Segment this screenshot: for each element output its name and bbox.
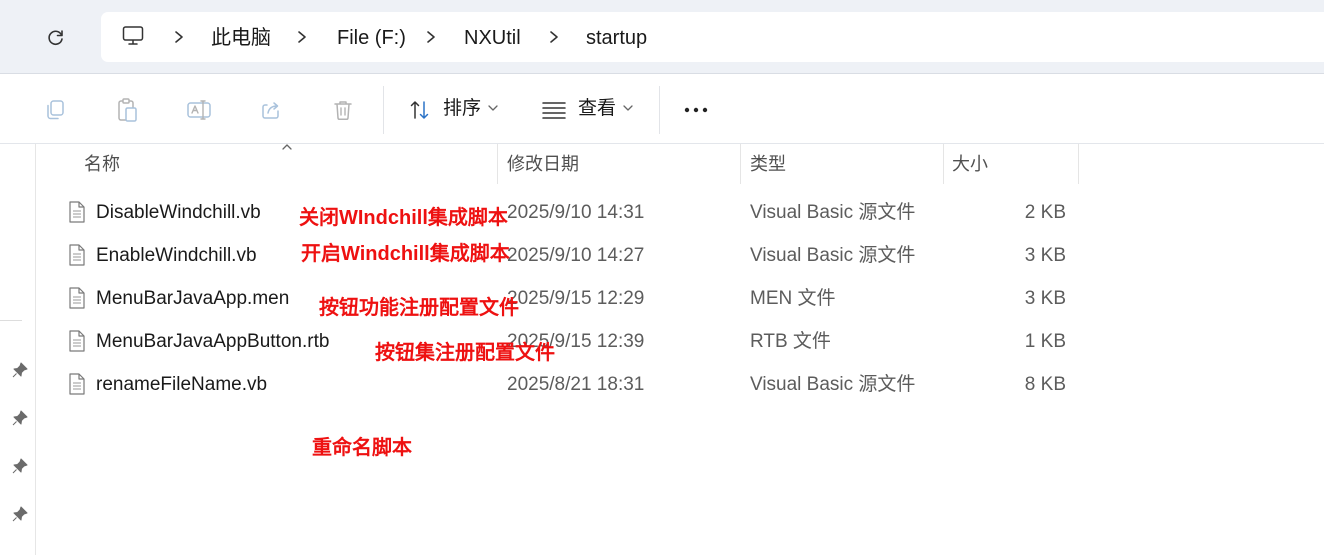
address-toolbar: 此电脑 File (F:) NXUtil startup — [0, 0, 1324, 74]
file-type: Visual Basic 源文件 — [750, 202, 916, 223]
pin-icon[interactable] — [11, 505, 29, 523]
toolbar-divider — [383, 86, 384, 134]
annotation-disable-windchill: 关闭WIndchill集成脚本 — [299, 207, 508, 229]
delete-button[interactable] — [323, 92, 363, 128]
copy-button[interactable] — [35, 92, 75, 128]
sort-ascending-icon — [282, 144, 292, 150]
view-label[interactable]: 查看 — [578, 98, 616, 120]
file-size: 1 KB — [1024, 331, 1066, 352]
rename-icon — [187, 100, 211, 120]
file-icon — [69, 244, 85, 266]
chevron-down-icon[interactable] — [622, 103, 634, 113]
file-row[interactable]: MenuBarJavaApp.men 2025/9/15 12:29 MEN 文… — [36, 277, 1080, 320]
delete-icon — [334, 101, 352, 121]
file-date: 2025/9/15 12:29 — [507, 288, 645, 309]
chevron-right-icon[interactable] — [295, 29, 309, 45]
paste-icon — [118, 98, 137, 122]
navigation-pane — [0, 144, 36, 555]
file-icon — [69, 201, 85, 223]
file-size: 2 KB — [1024, 202, 1066, 223]
share-icon — [262, 102, 279, 119]
file-date: 2025/8/21 18:31 — [507, 374, 645, 395]
pin-icon[interactable] — [11, 409, 29, 427]
breadcrumb-startup[interactable]: startup — [586, 26, 647, 50]
file-date: 2025/9/10 14:27 — [507, 245, 645, 266]
column-separator[interactable] — [1078, 144, 1079, 184]
file-icon — [69, 373, 85, 395]
file-type: MEN 文件 — [750, 288, 836, 309]
file-date: 2025/9/10 14:31 — [507, 202, 645, 223]
chevron-right-icon[interactable] — [547, 29, 561, 45]
computer-icon[interactable] — [121, 24, 145, 48]
file-size: 3 KB — [1024, 245, 1066, 266]
column-separator[interactable] — [497, 144, 498, 184]
file-name: MenuBarJavaAppButton.rtb — [96, 331, 330, 352]
file-name: DisableWindchill.vb — [96, 202, 261, 223]
pin-icon[interactable] — [11, 361, 29, 379]
sort-icon — [410, 101, 429, 119]
file-size: 3 KB — [1024, 288, 1066, 309]
file-name: MenuBarJavaApp.men — [96, 288, 290, 309]
chevron-right-icon[interactable] — [424, 29, 438, 45]
copy-icon — [47, 100, 64, 120]
column-header-name[interactable]: 名称 — [84, 153, 120, 175]
paste-button[interactable] — [107, 92, 147, 128]
view-list-icon — [542, 102, 566, 119]
file-icon — [69, 287, 85, 309]
annotation-enable-windchill: 开启Windchill集成脚本 — [301, 243, 510, 265]
file-name: renameFileName.vb — [96, 374, 268, 395]
file-icon — [69, 330, 85, 352]
file-type: Visual Basic 源文件 — [750, 374, 916, 395]
address-bar[interactable]: 此电脑 File (F:) NXUtil startup — [101, 12, 1324, 62]
refresh-button[interactable] — [38, 20, 74, 56]
breadcrumb-nxutil[interactable]: NXUtil — [464, 26, 521, 50]
more-icon — [684, 107, 708, 113]
file-row[interactable]: DisableWindchill.vb 2025/9/10 14:31 Visu… — [36, 191, 1080, 234]
sort-label[interactable]: 排序 — [443, 98, 481, 120]
file-row[interactable]: MenuBarJavaAppButton.rtb 2025/9/15 12:39… — [36, 320, 1080, 363]
breadcrumb-this-pc[interactable]: 此电脑 — [211, 26, 271, 50]
share-button[interactable] — [251, 92, 291, 128]
column-header-row: 名称 修改日期 类型 大小 — [36, 144, 1080, 184]
file-type: Visual Basic 源文件 — [750, 245, 916, 266]
sort-button[interactable] — [400, 92, 440, 128]
refresh-icon — [48, 30, 63, 46]
chevron-down-icon[interactable] — [487, 103, 499, 113]
file-row[interactable]: renameFileName.vb 2025/8/21 18:31 Visual… — [36, 363, 1080, 406]
file-size: 8 KB — [1024, 374, 1066, 395]
toolbar-divider — [659, 86, 660, 134]
nav-divider — [0, 320, 22, 321]
file-name: EnableWindchill.vb — [96, 245, 257, 266]
pin-icon[interactable] — [11, 457, 29, 475]
breadcrumb-drive[interactable]: File (F:) — [337, 26, 406, 50]
column-header-date[interactable]: 修改日期 — [507, 153, 579, 175]
annotation-rename-script: 重命名脚本 — [312, 437, 412, 459]
annotation-button-function-config: 按钮功能注册配置文件 — [319, 297, 519, 319]
annotation-button-set-config: 按钮集注册配置文件 — [375, 342, 555, 364]
file-row[interactable]: EnableWindchill.vb 2025/9/10 14:27 Visua… — [36, 234, 1080, 277]
more-options-button[interactable] — [676, 92, 716, 128]
rename-button[interactable] — [179, 92, 219, 128]
column-header-size[interactable]: 大小 — [952, 153, 988, 175]
column-separator[interactable] — [740, 144, 741, 184]
chevron-right-icon[interactable] — [172, 29, 186, 45]
view-button[interactable] — [534, 92, 574, 128]
column-header-type[interactable]: 类型 — [750, 153, 786, 175]
file-type: RTB 文件 — [750, 331, 831, 352]
command-bar: 排序 查看 — [0, 74, 1324, 144]
column-separator[interactable] — [943, 144, 944, 184]
